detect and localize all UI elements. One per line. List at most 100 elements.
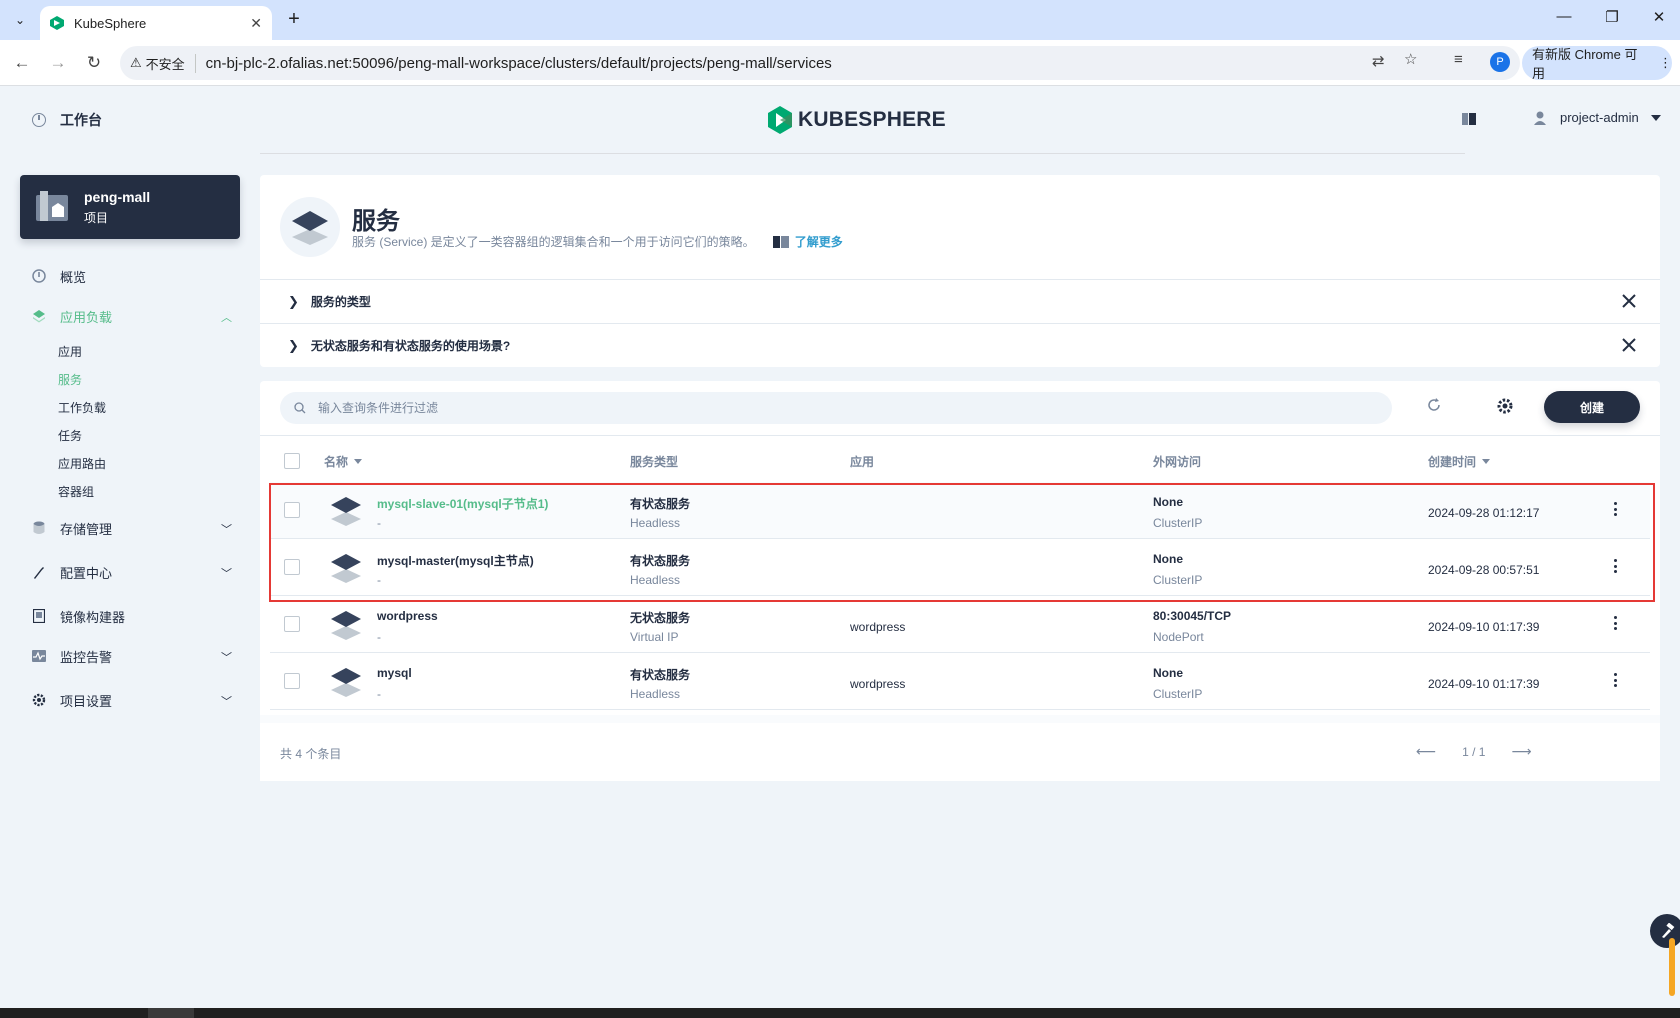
next-page-icon[interactable]: ⟶ (1511, 743, 1531, 760)
username: project-admin (1560, 110, 1639, 125)
column-external-access: 外网访问 (1153, 455, 1202, 469)
app-header: 工作台 KUBESPHERE project-admin (0, 86, 1680, 154)
filter-bar: 创建 (260, 381, 1660, 436)
project-card[interactable]: peng-mall 项目 (20, 175, 240, 239)
sidebar-item-config[interactable]: 配置中心 ﹀ (32, 562, 232, 582)
sidebar-item-image-builder[interactable]: 镜像构建器 (32, 606, 232, 626)
service-icon (330, 665, 362, 699)
refresh-icon[interactable] (1426, 397, 1442, 413)
chevron-down-icon: ﹀ (221, 696, 232, 708)
more-actions-icon[interactable] (1614, 616, 1618, 630)
service-icon (280, 197, 340, 257)
sidebar-item-storage[interactable]: 存储管理 ﹀ (32, 518, 232, 538)
sidebar-item-app-workloads[interactable]: 应用负载 ︿ (32, 306, 232, 326)
create-button[interactable]: 创建 (1544, 391, 1640, 423)
wrench-icon (32, 565, 46, 579)
row-checkbox[interactable] (284, 673, 300, 689)
table-row[interactable]: mysql - 有状态服务 Headless wordpress None ClusterI… (270, 653, 1650, 710)
close-icon[interactable] (1620, 336, 1638, 354)
update-label: 有新版 Chrome 可用 (1532, 47, 1638, 81)
media-icon[interactable]: ≡ (1454, 51, 1463, 68)
workbench-link[interactable]: 工作台 (32, 110, 102, 130)
sidebar-subitem-jobs[interactable]: 任务 (58, 427, 82, 444)
sidebar-item-overview[interactable]: 概览 (32, 266, 232, 286)
monitoring-icon (32, 649, 46, 663)
service-type: 无状态服务 (630, 611, 691, 625)
column-service-type: 服务类型 (630, 455, 679, 469)
translate-icon[interactable]: ⇄ (1372, 52, 1385, 70)
page-description: 服务 (Service) 是定义了一类容器组的逻辑集合和一个用于访问它们的策略。… (352, 233, 843, 250)
insecure-label[interactable]: 不安全 (146, 53, 196, 73)
browser-tab[interactable]: KubeSphere ✕ (40, 6, 272, 40)
sidebar-item-project-settings[interactable]: 项目设置 ﹀ (32, 690, 232, 710)
sidebar-item-monitoring[interactable]: 监控告警 ﹀ (32, 646, 232, 666)
profile-avatar[interactable]: P (1490, 52, 1510, 72)
search-input[interactable] (318, 401, 1318, 415)
learn-more-link[interactable]: 了解更多 (772, 233, 843, 250)
chrome-update-button[interactable]: 有新版 Chrome 可用 ⋮ (1522, 46, 1672, 81)
faq-stateful-stateless[interactable]: ❯ 无状态服务和有状态服务的使用场景? (260, 323, 1660, 367)
sidebar-item-label: 配置中心 (60, 565, 113, 581)
new-tab-button[interactable]: + (282, 8, 306, 32)
image-builder-icon (32, 609, 46, 623)
column-name[interactable]: 名称 (324, 453, 363, 470)
page-banner: 服务 服务 (Service) 是定义了一类容器组的逻辑集合和一个用于访问它们的… (260, 175, 1660, 279)
bookmark-star-icon[interactable]: ☆ (1404, 50, 1417, 68)
kubesphere-logo-icon (768, 106, 792, 134)
service-name-link[interactable]: mysql (377, 666, 412, 680)
external-access: None (1153, 666, 1183, 680)
minimize-icon[interactable]: — (1552, 8, 1576, 25)
docs-icon[interactable] (1462, 113, 1476, 125)
user-menu[interactable]: project-admin (1534, 110, 1661, 125)
prev-page-icon[interactable]: ⟵ (1416, 743, 1436, 760)
table-row[interactable]: wordpress - 无状态服务 Virtual IP wordpress 80:300… (270, 596, 1650, 653)
access-type: NodePort (1153, 630, 1204, 644)
faq-label: 无状态服务和有状态服务的使用场景? (310, 339, 511, 353)
scroll-indicator[interactable] (1669, 938, 1675, 996)
more-actions-icon[interactable] (1614, 673, 1618, 687)
chevron-up-icon: ︿ (221, 312, 232, 324)
column-created-time[interactable]: 创建时间 (1428, 453, 1491, 470)
kubesphere-logo[interactable]: KUBESPHERE (768, 106, 946, 134)
close-icon[interactable] (1620, 292, 1638, 310)
learn-more-label: 了解更多 (794, 235, 843, 249)
page-indicator: 1 / 1 (1462, 744, 1486, 759)
select-all-checkbox[interactable] (284, 453, 300, 469)
sort-caret-icon (1482, 459, 1491, 464)
address-bar[interactable]: ⚠ 不安全 cn-bj-plc-2.ofalias.net:50096/peng… (120, 46, 1520, 80)
row-checkbox[interactable] (284, 616, 300, 632)
service-description: - (377, 687, 381, 701)
sidebar-item-label: 概览 (60, 269, 87, 285)
table-spacer (260, 715, 1660, 723)
window-close-icon[interactable]: ✕ (1647, 8, 1671, 26)
more-menu-icon[interactable]: ⋮ (1659, 55, 1672, 71)
toolbox-button[interactable] (1650, 914, 1680, 948)
sidebar-subitem-apps[interactable]: 应用 (58, 343, 82, 360)
chevron-down-icon (1650, 114, 1661, 121)
workbench-label: 工作台 (60, 112, 102, 128)
forward-icon[interactable]: → (47, 52, 69, 74)
tab-search-button[interactable]: ⌄ (8, 8, 32, 32)
sidebar-item-label: 镜像构建器 (60, 609, 126, 625)
faq-label: 服务的类型 (310, 295, 371, 309)
reload-icon[interactable]: ↻ (83, 52, 105, 74)
column-app: 应用 (850, 455, 875, 469)
service-name-link[interactable]: wordpress (377, 609, 438, 623)
sidebar-subitem-pods[interactable]: 容器组 (58, 483, 94, 500)
sidebar-subitem-workloads[interactable]: 工作负载 (58, 399, 106, 416)
access-type: ClusterIP (1153, 687, 1203, 701)
page-title: 服务 (352, 208, 400, 235)
search-box[interactable] (280, 392, 1392, 424)
sidebar-subitem-ingress[interactable]: 应用路由 (58, 455, 106, 472)
taskbar-item[interactable] (148, 1008, 194, 1018)
table-header: 名称 服务类型 应用 外网访问 创建时间 (260, 437, 1660, 483)
tab-close-icon[interactable]: ✕ (250, 15, 262, 32)
back-icon[interactable]: ← (11, 52, 33, 74)
settings-gear-icon[interactable] (1496, 397, 1514, 415)
restore-icon[interactable]: ❐ (1600, 8, 1624, 26)
sidebar-subitem-services[interactable]: 服务 (58, 371, 82, 388)
url-text[interactable]: cn-bj-plc-2.ofalias.net:50096/peng-mall-… (206, 55, 832, 72)
project-name: peng-mall (84, 188, 151, 205)
faq-service-types[interactable]: ❯ 服务的类型 (260, 279, 1660, 323)
chevron-right-icon: ❯ (288, 293, 299, 309)
